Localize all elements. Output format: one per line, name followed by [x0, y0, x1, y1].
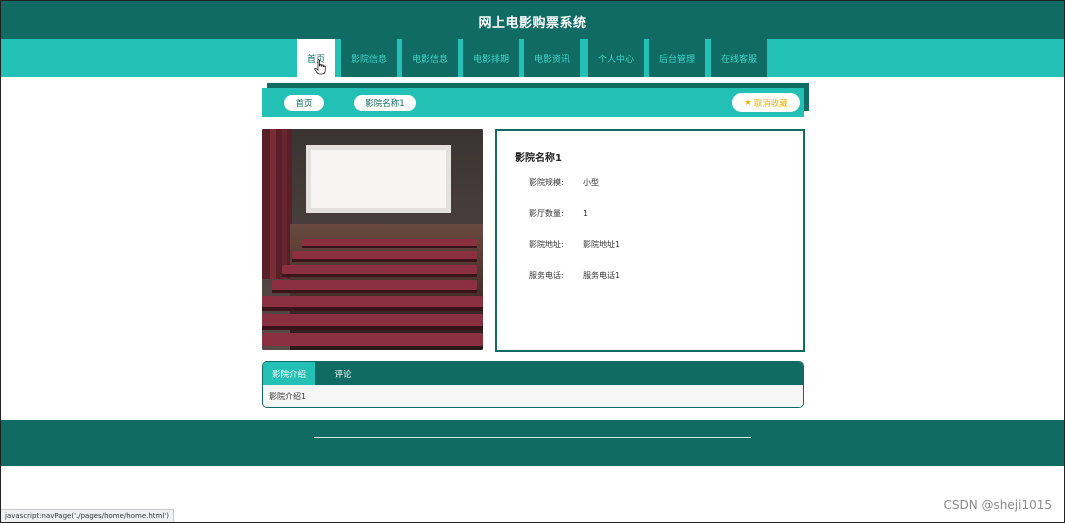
field-phone: 服务电话: 服务电话1 [529, 271, 621, 280]
site-title: 网上电影购票系统 [478, 16, 587, 31]
star-icon: ★ [744, 97, 752, 108]
cinema-name: 影院名称1 [515, 153, 562, 164]
nav-movie-info[interactable]: 电影信息 [402, 39, 458, 77]
field-scale: 影院规模: 小型 [529, 178, 599, 187]
hand-cursor-icon [314, 59, 326, 75]
breadcrumb-current: 影院名称1 [354, 95, 416, 111]
field-hall-count: 影厅数量: 1 [529, 209, 589, 218]
unfavorite-button[interactable]: ★ 取消收藏 [732, 93, 800, 112]
main-nav: 首页 影院信息 电影信息 电影排期 电影资讯 个人中心 后台管理 在线客服 [1, 39, 1064, 77]
detail-tabs: 影院介绍 评论 影院介绍1 [262, 361, 804, 408]
tab-comments[interactable]: 评论 [319, 362, 367, 385]
tab-cinema-intro[interactable]: 影院介绍 [263, 362, 315, 385]
breadcrumb-home[interactable]: 首页 [284, 95, 324, 111]
browser-viewport: 网上电影购票系统 首页 影院信息 电影信息 电影排期 电影资讯 个人中心 后台管… [0, 0, 1065, 523]
unfavorite-label: 取消收藏 [753, 98, 788, 109]
site-footer [1, 420, 1064, 466]
cinema-info-panel: 影院名称1 影院规模: 小型 影厅数量: 1 影院地址: 影院地址1 服务电话: 服务电… [495, 129, 805, 352]
browser-status-bar: javascript:navPage('./pages/home/home.ht… [1, 509, 174, 522]
nav-movie-news[interactable]: 电影资讯 [524, 39, 580, 77]
footer-divider [314, 437, 751, 438]
nav-admin[interactable]: 后台管理 [649, 39, 705, 77]
tab-bar: 影院介绍 评论 [263, 362, 803, 385]
nav-online-service[interactable]: 在线客服 [711, 39, 767, 77]
tab-content: 影院介绍1 [263, 385, 803, 407]
watermark: CSDN @sheji1015 [943, 498, 1052, 512]
breadcrumb: 首页 影院名称1 ★ 取消收藏 [262, 88, 804, 117]
cinema-intro-text: 影院介绍1 [269, 392, 307, 401]
field-address: 影院地址: 影院地址1 [529, 240, 621, 249]
site-header: 网上电影购票系统 [1, 1, 1064, 39]
nav-movie-schedule[interactable]: 电影排期 [463, 39, 519, 77]
nav-cinema-info[interactable]: 影院信息 [341, 39, 397, 77]
nav-user-center[interactable]: 个人中心 [588, 39, 644, 77]
cinema-photo [262, 129, 483, 350]
